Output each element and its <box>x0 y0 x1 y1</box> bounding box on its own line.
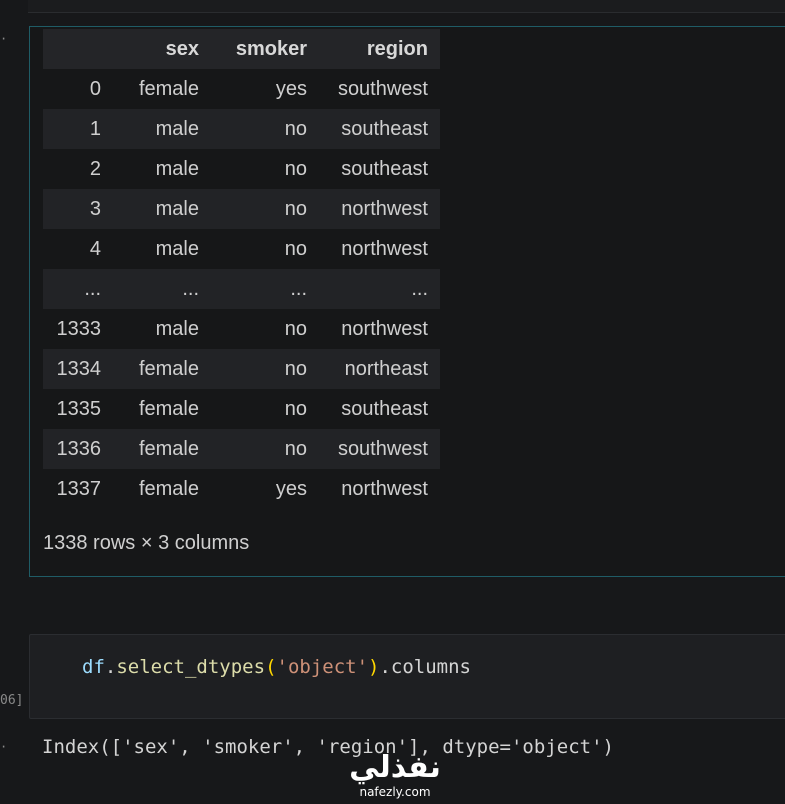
cell-region: southeast <box>319 149 440 189</box>
cell-sex: male <box>113 149 211 189</box>
table-row: 1337 female yes northwest <box>43 469 440 509</box>
table-row: 2 male no southeast <box>43 149 440 189</box>
row-index: 1333 <box>43 309 113 349</box>
dataframe-output: sex smoker region 0 female yes southwest 1 ma… <box>29 26 785 577</box>
table-row: 1336 female no southwest <box>43 429 440 469</box>
execution-count: 06] <box>0 693 24 708</box>
cell-region: southwest <box>319 69 440 109</box>
cell-smoker: yes <box>211 469 319 509</box>
cell-sex: male <box>113 309 211 349</box>
column-header-region: region <box>319 29 440 69</box>
column-header-smoker: smoker <box>211 29 319 69</box>
cell-sex: male <box>113 229 211 269</box>
cell-sex: ... <box>113 269 211 309</box>
cell-smoker: no <box>211 429 319 469</box>
row-index: ... <box>43 269 113 309</box>
table-row: 1334 female no northeast <box>43 349 440 389</box>
table-row: 1 male no southeast <box>43 109 440 149</box>
table-header-row: sex smoker region <box>43 29 440 69</box>
table-row: 1335 female no southeast <box>43 389 440 429</box>
row-index: 1 <box>43 109 113 149</box>
cell-output-text: Index(['sex', 'smoker', 'region'], dtype… <box>42 736 614 758</box>
cell-smoker: no <box>211 349 319 389</box>
row-index: 3 <box>43 189 113 229</box>
code-close-paren: ) <box>368 656 380 678</box>
cell-region: northeast <box>319 349 440 389</box>
code-attribute: .columns <box>379 656 471 678</box>
code-line[interactable]: df.select_dtypes('object').columns <box>82 656 471 678</box>
cell-sex: male <box>113 189 211 229</box>
cell-region: northwest <box>319 229 440 269</box>
cell-smoker: no <box>211 109 319 149</box>
watermark-url: nafezly.com <box>359 785 431 799</box>
cell-region: northwest <box>319 309 440 349</box>
row-index: 2 <box>43 149 113 189</box>
dataframe-shape: 1338 rows × 3 columns <box>43 532 250 554</box>
cell-sex: female <box>113 469 211 509</box>
row-index: 1334 <box>43 349 113 389</box>
code-variable: df <box>82 656 105 678</box>
row-index: 1335 <box>43 389 113 429</box>
row-index: 1337 <box>43 469 113 509</box>
table-row: 1333 male no northwest <box>43 309 440 349</box>
row-index: 1336 <box>43 429 113 469</box>
cell-region: southeast <box>319 389 440 429</box>
previous-cell-edge <box>28 0 785 13</box>
table-row: 3 male no northwest <box>43 189 440 229</box>
cell-region: southwest <box>319 429 440 469</box>
cell-smoker: no <box>211 309 319 349</box>
cell-smoker: no <box>211 149 319 189</box>
cell-sex: male <box>113 109 211 149</box>
cell-region: northwest <box>319 189 440 229</box>
nafezly-watermark-logo: نفذلي nafezly.com <box>340 752 450 804</box>
cell-sex: female <box>113 389 211 429</box>
index-header <box>43 29 113 69</box>
cell-region: southeast <box>319 109 440 149</box>
code-open-paren: ( <box>265 656 277 678</box>
row-index: 4 <box>43 229 113 269</box>
cell-sex: female <box>113 349 211 389</box>
cell-sex: female <box>113 69 211 109</box>
table-row: 4 male no northwest <box>43 229 440 269</box>
table-row: ............ <box>43 269 440 309</box>
dataframe-table: sex smoker region 0 female yes southwest 1 ma… <box>43 29 440 509</box>
row-index: 0 <box>43 69 113 109</box>
output-gutter-dot: · <box>0 32 8 46</box>
code-cell[interactable]: df.select_dtypes('object').columns <box>29 634 785 719</box>
code-string-arg: 'object' <box>276 656 369 678</box>
cell-smoker: no <box>211 389 319 429</box>
column-header-sex: sex <box>113 29 211 69</box>
cell-smoker: yes <box>211 69 319 109</box>
cell-region: northwest <box>319 469 440 509</box>
watermark-arabic: نفذلي <box>349 750 441 785</box>
cell-smoker: ... <box>211 269 319 309</box>
code-dot: . <box>104 656 117 678</box>
table-row: 0 female yes southwest <box>43 69 440 109</box>
cell-sex: female <box>113 429 211 469</box>
cell-smoker: no <box>211 189 319 229</box>
code-function: select_dtypes <box>116 656 266 678</box>
cell-region: ... <box>319 269 440 309</box>
output-gutter-dot-2: · <box>0 740 8 754</box>
cell-smoker: no <box>211 229 319 269</box>
